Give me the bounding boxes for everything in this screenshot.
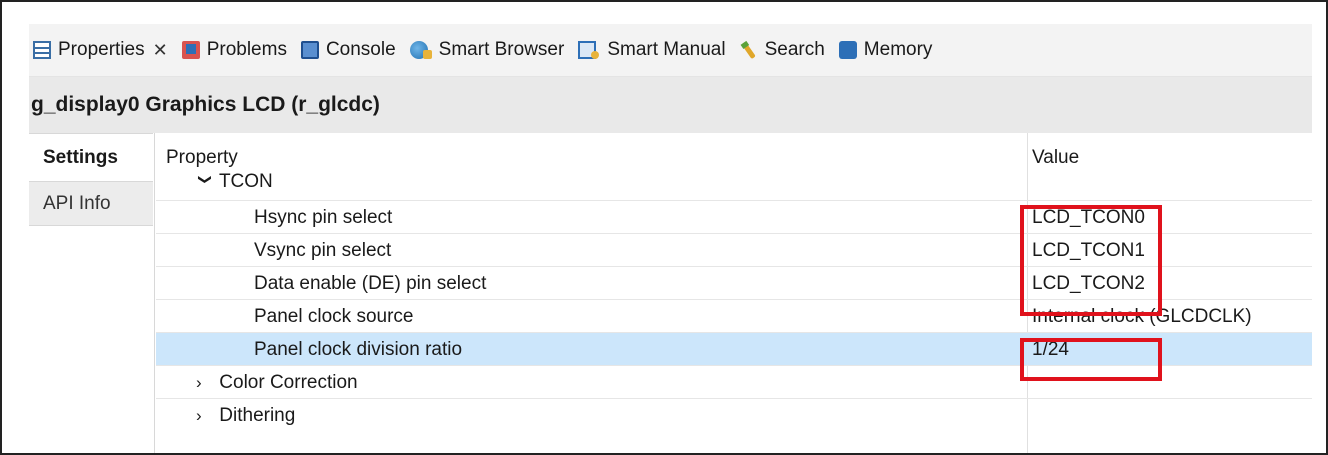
table-row[interactable]: › Color Correction [156, 366, 1312, 399]
chevron-right-icon[interactable]: › [196, 373, 214, 393]
side-tab-api-info[interactable]: API Info [29, 181, 153, 226]
side-tab-settings-label: Settings [43, 146, 118, 168]
close-icon[interactable]: ✕ [153, 40, 168, 61]
console-icon [300, 41, 319, 59]
tab-properties[interactable]: Properties ✕ [33, 39, 168, 61]
row-value[interactable]: LCD_TCON0 [1032, 207, 1145, 229]
tab-search[interactable]: Search [740, 39, 825, 61]
row-name: Dithering [219, 405, 296, 426]
column-header-property[interactable]: Property [166, 147, 238, 169]
tree-group-dithering: › Dithering [196, 405, 295, 427]
row-name: TCON [218, 171, 273, 192]
problems-icon [181, 41, 200, 59]
table-row[interactable]: Data enable (DE) pin select LCD_TCON2 [156, 267, 1312, 300]
row-value[interactable]: LCD_TCON1 [1032, 240, 1145, 262]
tab-problems[interactable]: Problems [181, 39, 287, 61]
chevron-down-icon[interactable]: ❯ [197, 174, 213, 192]
tab-properties-label: Properties [58, 39, 145, 60]
tab-smart-manual-label: Smart Manual [607, 39, 726, 60]
row-name: Vsync pin select [254, 240, 392, 261]
tab-console-label: Console [325, 39, 396, 60]
table-row[interactable]: Hsync pin select LCD_TCON0 [156, 201, 1312, 234]
tab-problems-label: Problems [206, 39, 287, 60]
view-tab-bar: Properties ✕ Problems Console Smart Brow… [29, 24, 1312, 77]
tab-smart-browser[interactable]: Smart Browser [409, 39, 565, 61]
tab-smart-manual[interactable]: Smart Manual [578, 39, 726, 61]
search-icon [736, 37, 761, 62]
properties-icon [33, 41, 51, 59]
row-name: Hsync pin select [254, 207, 393, 228]
smart-manual-icon [578, 41, 600, 59]
table-row[interactable]: ❯ TCON [156, 168, 1312, 201]
side-tab-settings[interactable]: Settings [29, 133, 153, 181]
tab-search-label: Search [764, 39, 825, 60]
row-name: Panel clock source [254, 306, 414, 327]
chevron-right-icon[interactable]: › [196, 406, 214, 426]
smart-browser-icon [409, 41, 432, 59]
properties-view: Properties ✕ Problems Console Smart Brow… [29, 24, 1312, 453]
row-name: Panel clock division ratio [254, 339, 463, 360]
tree-group-color-correction: › Color Correction [196, 372, 358, 394]
tree-group-tcon: ❯ TCON [196, 171, 273, 193]
page-title: g_display0 Graphics LCD (r_glcdc) [29, 77, 1312, 133]
screenshot-frame: Properties ✕ Problems Console Smart Brow… [0, 0, 1328, 455]
table-header: Property Value [156, 133, 1312, 168]
tab-memory[interactable]: Memory [838, 39, 933, 61]
row-value[interactable]: LCD_TCON2 [1032, 273, 1145, 295]
row-value[interactable]: Internal clock (GLCDCLK) [1032, 306, 1252, 328]
tab-smart-browser-label: Smart Browser [438, 39, 565, 60]
table-row[interactable]: › Dithering [156, 399, 1312, 432]
side-tab-column: Settings API Info [29, 133, 155, 453]
page-title-text: g_display0 Graphics LCD (r_glcdc) [31, 93, 380, 116]
table-row[interactable]: Vsync pin select LCD_TCON1 [156, 234, 1312, 267]
row-name: Data enable (DE) pin select [254, 273, 487, 294]
side-tab-api-info-label: API Info [43, 192, 111, 214]
tab-memory-label: Memory [863, 39, 933, 60]
property-table: Property Value ❯ TCON Hsync pin select L… [156, 133, 1312, 453]
table-row-selected[interactable]: Panel clock division ratio 1/24 [156, 333, 1312, 366]
tab-console[interactable]: Console [300, 39, 396, 61]
row-name: Color Correction [219, 372, 358, 393]
column-header-value[interactable]: Value [1032, 147, 1079, 169]
memory-icon [838, 41, 857, 59]
table-row[interactable]: Panel clock source Internal clock (GLCDC… [156, 300, 1312, 333]
row-value[interactable]: 1/24 [1032, 339, 1069, 361]
